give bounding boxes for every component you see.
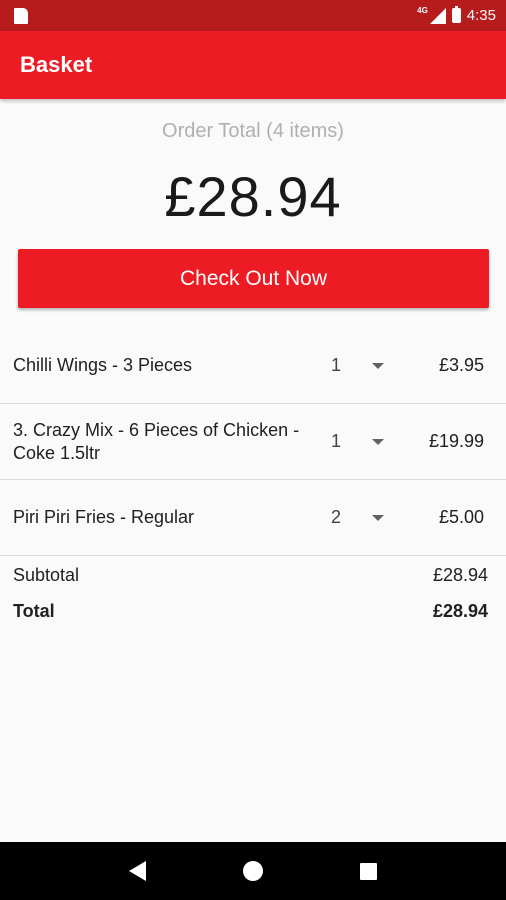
total-label: Total (13, 601, 55, 621)
subtotal-row: Subtotal £28.94 (13, 565, 488, 586)
subtotal-value: £28.94 (432, 565, 488, 585)
item-price: £3.95 (438, 355, 484, 375)
network-type: 4G (417, 6, 428, 15)
order-total-label: Order Total (4 items) (162, 120, 344, 142)
item-name: 3. Crazy Mix - 6 Pieces of Chicken - Cok… (13, 419, 300, 463)
total-value: £28.94 (432, 601, 488, 621)
item-name: Chilli Wings - 3 Pieces (13, 355, 193, 375)
quantity-select[interactable]: 2 (331, 480, 341, 555)
app-bar: Basket (0, 31, 506, 99)
page-title: Basket (20, 52, 93, 77)
home-icon[interactable] (242, 861, 263, 881)
check-out-button[interactable]: Check Out Now (18, 249, 489, 308)
dropdown-arrow-icon[interactable] (372, 439, 384, 445)
quantity-select[interactable]: 1 (331, 328, 341, 403)
item-price: £19.99 (428, 431, 484, 451)
item-name: Piri Piri Fries - Regular (13, 507, 195, 527)
back-icon[interactable] (128, 861, 146, 881)
subtotal-label: Subtotal (13, 565, 80, 585)
basket-list: Chilli Wings - 3 Pieces 1 £3.95 3. Crazy… (0, 328, 506, 556)
sim-card-icon (14, 7, 28, 24)
item-price: £5.00 (438, 507, 484, 527)
dropdown-arrow-icon[interactable] (372, 515, 384, 521)
status-indicators: 4G 4:35 (417, 6, 496, 24)
clock: 4:35 (466, 7, 496, 24)
navigation-bar (0, 842, 506, 900)
basket-item: 3. Crazy Mix - 6 Pieces of Chicken - Cok… (0, 404, 506, 480)
basket-item: Piri Piri Fries - Regular 2 £5.00 (0, 480, 506, 556)
total-row: Total £28.94 (13, 601, 488, 622)
basket-item: Chilli Wings - 3 Pieces 1 £3.95 (0, 328, 506, 404)
order-total-amount: £28.94 (164, 165, 342, 228)
dropdown-arrow-icon[interactable] (372, 363, 384, 369)
recents-icon[interactable] (360, 862, 378, 880)
cell-signal-icon (429, 7, 446, 24)
quantity-select[interactable]: 1 (331, 404, 341, 479)
status-bar: 4G 4:35 (0, 0, 506, 31)
battery-icon (451, 6, 461, 23)
